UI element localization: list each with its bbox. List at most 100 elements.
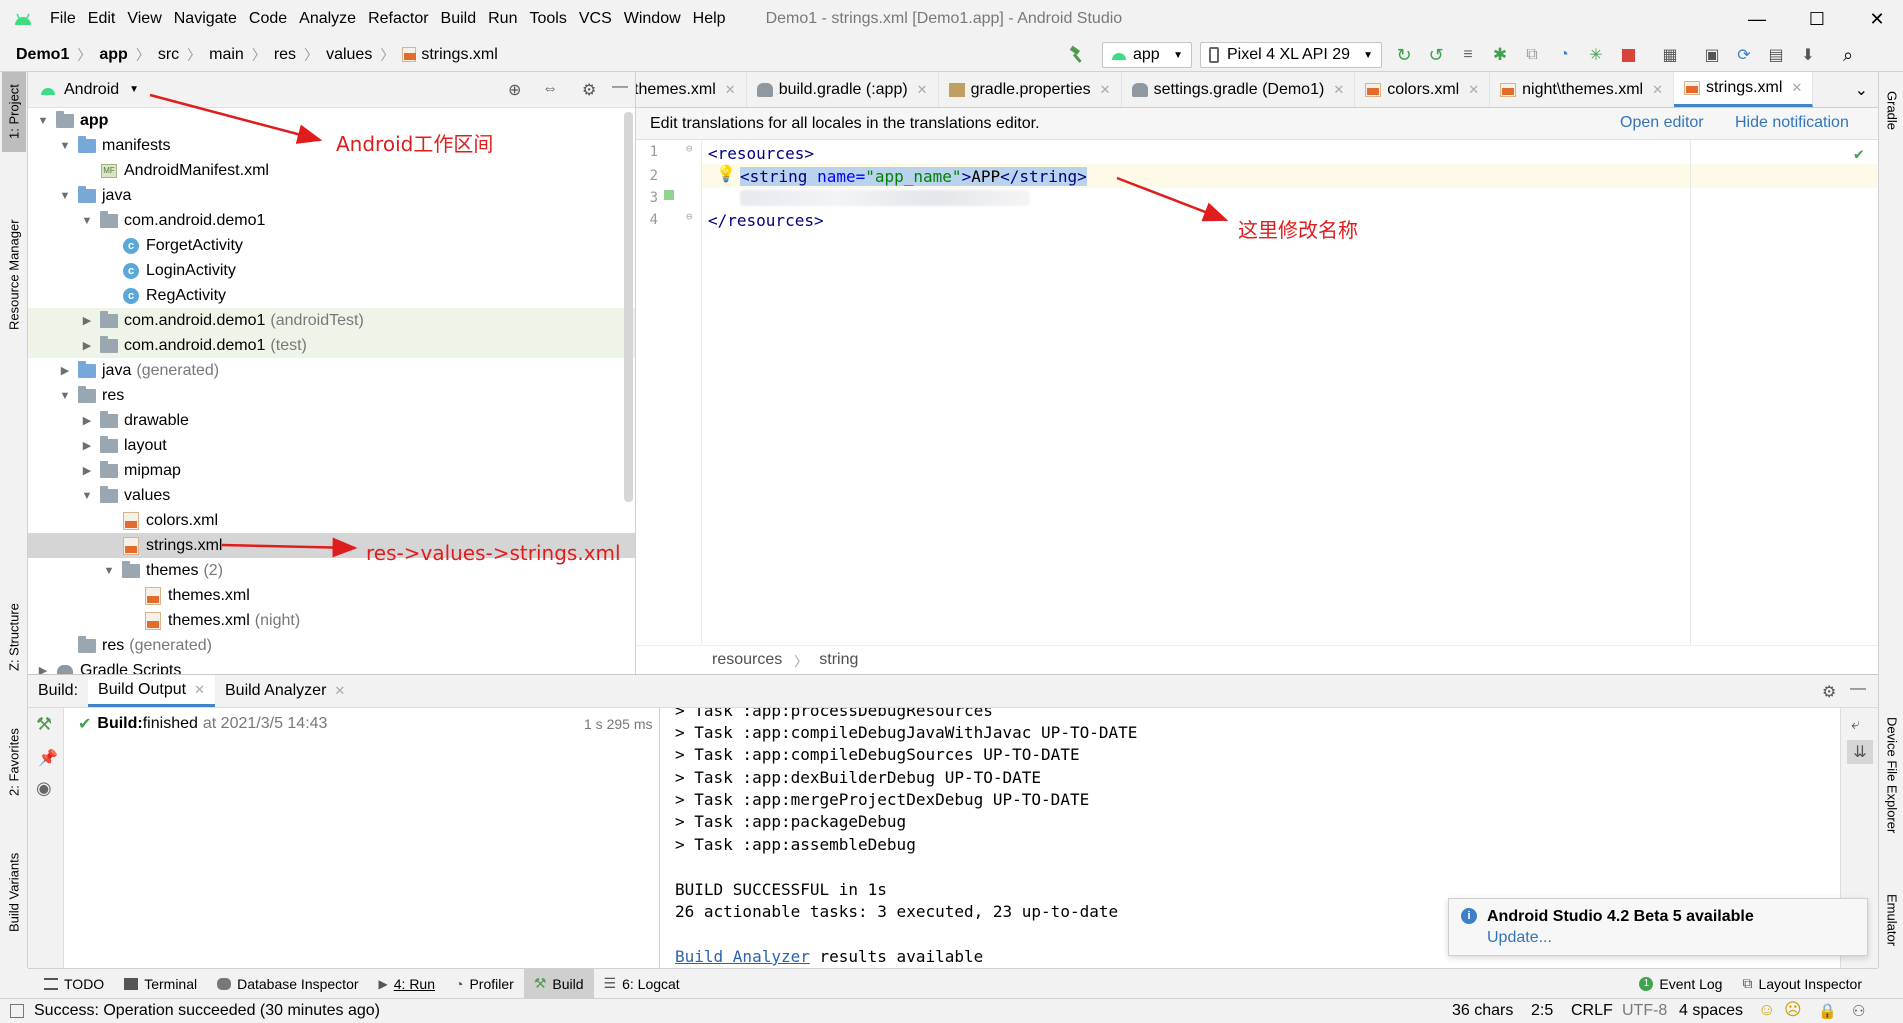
tool-database-inspector[interactable]: Database Inspector [207, 969, 368, 999]
tool-tab-favorites[interactable]: 2: Favorites [2, 712, 26, 812]
tool-run[interactable]: ▶ 4: Run [369, 969, 445, 999]
status-line-separator[interactable]: CRLF [1571, 1002, 1613, 1020]
tool-event-log[interactable]: 1 Event Log [1629, 969, 1732, 999]
open-editor-link[interactable]: Open editor [1620, 114, 1704, 132]
build-status-row[interactable]: ✔ Build: finished at 2021/3/5 14:43 [78, 714, 327, 734]
menu-analyze[interactable]: Analyze [299, 10, 356, 28]
expand-arrow-icon[interactable]: ▶ [36, 664, 50, 674]
tool-tab-gradle[interactable]: Gradle [1880, 76, 1903, 146]
tab-build-output[interactable]: Build Output ✕ [88, 675, 215, 707]
breadcrumb-main[interactable]: main 〉 [209, 45, 266, 65]
fold-icon[interactable]: ⊖ [686, 142, 693, 155]
menu-view[interactable]: View [127, 10, 161, 28]
scroll-to-end-icon[interactable]: ⇊ [1847, 740, 1873, 764]
expand-arrow-icon[interactable]: ▶ [80, 464, 94, 477]
tree-row-loginactivity[interactable]: c LoginActivity [28, 258, 635, 283]
close-tab-icon[interactable]: ✕ [1652, 82, 1663, 98]
hide-notification-link[interactable]: Hide notification [1735, 114, 1849, 132]
tree-row-com-android-demo1[interactable]: ▶ com.android.demo1 (androidTest) [28, 308, 635, 333]
project-structure-icon[interactable]: ▦ [1659, 44, 1681, 66]
expand-arrow-icon[interactable]: ▶ [80, 439, 94, 452]
menu-window[interactable]: Window [624, 10, 681, 28]
menu-file[interactable]: File [50, 10, 76, 28]
search-everywhere-icon[interactable]: ⌕ [1837, 44, 1859, 66]
tool-terminal[interactable]: Terminal [114, 969, 207, 999]
tool-logcat[interactable]: ☰ 6: Logcat [594, 969, 690, 999]
frown-feedback-icon[interactable]: ☹ [1784, 1000, 1802, 1020]
pin-icon[interactable]: 📌 [38, 748, 58, 768]
tree-row-forgetactivity[interactable]: c ForgetActivity [28, 233, 635, 258]
expand-arrow-icon[interactable]: ▼ [80, 490, 94, 502]
stop-icon[interactable] [1617, 44, 1639, 66]
menu-refactor[interactable]: Refactor [368, 10, 428, 28]
debug-attach-icon[interactable]: ✳ [1585, 44, 1607, 66]
profile-icon[interactable]: ◔ [1553, 44, 1575, 66]
tab-themes-xml[interactable]: themes.xml ✕ [636, 72, 747, 107]
tab-gradle-properties[interactable]: gradle.properties ✕ [939, 72, 1122, 107]
tab-list-chevron-icon[interactable]: ⌄ [1845, 72, 1878, 107]
tree-row-androidmanifest-xml[interactable]: MF AndroidManifest.xml [28, 158, 635, 183]
breadcrumb-demo1[interactable]: Demo1 〉 [16, 45, 91, 65]
close-window-icon[interactable]: ✕ [1847, 0, 1903, 38]
breadcrumb-values[interactable]: values 〉 [326, 45, 394, 65]
expand-arrow-icon[interactable]: ▶ [80, 339, 94, 352]
build-analyzer-link[interactable]: Build Analyzer [675, 947, 810, 966]
chevron-down-icon[interactable]: ▼ [129, 84, 139, 95]
tab-colors-xml[interactable]: colors.xml ✕ [1355, 72, 1491, 107]
run-config-select[interactable]: app ▼ [1102, 42, 1192, 68]
tool-tab-device-file-explorer[interactable]: Device File Explorer [1880, 690, 1903, 860]
status-toggle-icon[interactable] [10, 1004, 24, 1018]
gear-icon[interactable]: ⚙ [582, 80, 596, 100]
eye-icon[interactable]: ◉ [36, 778, 52, 799]
locate-file-icon[interactable]: ⊕ [508, 80, 521, 100]
status-indent[interactable]: 4 spaces [1679, 1002, 1743, 1020]
tool-tab-structure[interactable]: Z: Structure [2, 582, 26, 692]
tool-layout-inspector[interactable]: ⧉ Layout Inspector [1732, 969, 1872, 999]
tool-todo[interactable]: TODO [34, 969, 114, 999]
fold-icon[interactable]: ⊖ [686, 210, 693, 223]
soft-wrap-icon[interactable]: ⤶ [1851, 716, 1860, 734]
tab-night-themes-xml[interactable]: night\themes.xml ✕ [1490, 72, 1674, 107]
close-tab-icon[interactable]: ✕ [725, 82, 736, 98]
attach-debugger-icon[interactable]: ⧉ [1521, 44, 1543, 66]
menu-navigate[interactable]: Navigate [174, 10, 237, 28]
smile-feedback-icon[interactable]: ☺ [1758, 1000, 1775, 1020]
menu-vcs[interactable]: VCS [579, 10, 612, 28]
hammer-build-icon[interactable]: ⚒ [36, 714, 52, 735]
tool-tab-project[interactable]: 1: Project [2, 72, 26, 152]
crumb-resources[interactable]: resources [712, 651, 782, 669]
tab-build-gradle-app[interactable]: build.gradle (:app) ✕ [747, 72, 939, 107]
minimize-icon[interactable]: — [1727, 0, 1787, 38]
tool-build[interactable]: ⚒ Build [523, 968, 594, 999]
expand-arrow-icon[interactable]: ▶ [80, 314, 94, 327]
tree-row-themes-xml[interactable]: themes.xml [28, 583, 635, 608]
expand-arrow-icon[interactable]: ▼ [58, 190, 72, 202]
read-only-lock-icon[interactable]: 🔒 [1818, 1002, 1837, 1020]
tree-row-res[interactable]: res (generated) [28, 633, 635, 658]
menu-edit[interactable]: Edit [88, 10, 116, 28]
tool-tab-emulator[interactable]: Emulator [1880, 877, 1903, 963]
expand-arrow-icon[interactable]: ▼ [80, 215, 94, 227]
sdk-manager-icon[interactable]: ⬇ [1797, 44, 1819, 66]
tree-row-drawable[interactable]: ▶ drawable [28, 408, 635, 433]
tree-row-res[interactable]: ▼ res [28, 383, 635, 408]
tree-row-app[interactable]: ▼ app [28, 108, 635, 133]
gear-icon[interactable]: ⚙ [1822, 682, 1836, 702]
status-encoding[interactable]: UTF-8 [1622, 1002, 1667, 1020]
tree-row-layout[interactable]: ▶ layout [28, 433, 635, 458]
tree-row-com-android-demo1[interactable]: ▼ com.android.demo1 [28, 208, 635, 233]
lightbulb-icon[interactable]: 💡 [716, 164, 736, 183]
apply-code-changes-icon[interactable]: ↺ [1425, 44, 1447, 66]
menu-code[interactable]: Code [249, 10, 287, 28]
device-select[interactable]: Pixel 4 XL API 29 ▼ [1200, 42, 1382, 68]
status-caret-position[interactable]: 2:5 [1531, 1002, 1553, 1020]
menu-help[interactable]: Help [693, 10, 726, 28]
tab-strings-xml[interactable]: strings.xml ✕ [1673, 72, 1814, 107]
crumb-string[interactable]: string [819, 651, 858, 669]
tree-row-java[interactable]: ▶ java (generated) [28, 358, 635, 383]
sync-gradle-icon[interactable]: ⟳ [1733, 44, 1755, 66]
avd-manager-icon[interactable]: ▣ [1701, 44, 1723, 66]
tool-tab-build-variants[interactable]: Build Variants [2, 837, 26, 947]
tree-row-java[interactable]: ▼ java [28, 183, 635, 208]
tree-row-themes-xml[interactable]: themes.xml (night) [28, 608, 635, 633]
